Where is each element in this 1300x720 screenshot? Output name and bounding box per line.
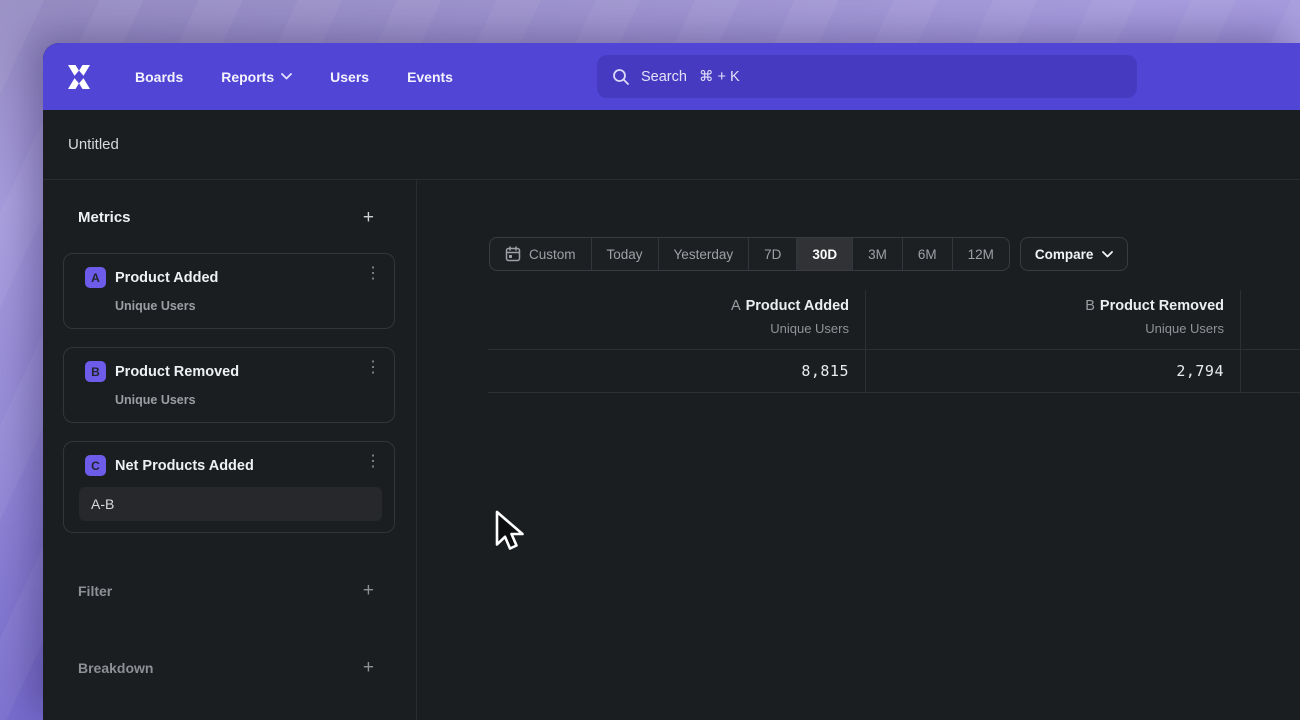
date-toolbar: Custom Today Yesterday 7D 30D 3M 6M 12M …	[489, 237, 1128, 271]
calendar-icon	[505, 246, 521, 262]
column-header-a[interactable]: A Product Added Unique Users	[488, 290, 865, 349]
filter-label: Filter	[78, 583, 112, 599]
column-header-overflow	[1240, 290, 1300, 349]
nav-item-users[interactable]: Users	[330, 69, 369, 85]
add-breakdown-button[interactable]: +	[363, 658, 374, 677]
metric-card-b-head: B Product Removed	[85, 361, 380, 382]
search-placeholder: Search ⌘ + K	[641, 69, 740, 85]
metric-card-a[interactable]: A Product Added ⋮ Unique Users	[63, 253, 395, 329]
nav-item-events[interactable]: Events	[407, 69, 453, 85]
metric-options-button[interactable]: ⋮	[365, 453, 381, 471]
column-name: Product Added	[746, 298, 849, 314]
metric-measurement[interactable]: Unique Users	[115, 393, 380, 407]
date-range-30d-active[interactable]: 30D	[796, 238, 852, 270]
date-range-today[interactable]: Today	[591, 238, 658, 270]
value-cell-a[interactable]: 8,815	[488, 350, 865, 392]
metric-card-c-head: C Net Products Added	[85, 455, 380, 476]
formula-input[interactable]: A-B	[79, 487, 382, 521]
date-range-segmented-control: Custom Today Yesterday 7D 30D 3M 6M 12M	[489, 237, 1010, 271]
report-main-area: Custom Today Yesterday 7D 30D 3M 6M 12M …	[417, 180, 1300, 720]
metric-name: Product Added	[115, 270, 218, 286]
value-cell-b[interactable]: 2,794	[865, 350, 1240, 392]
report-titlebar: Untitled	[43, 110, 1300, 180]
add-metric-button[interactable]: +	[363, 208, 374, 227]
results-table-header: A Product Added Unique Users B Product Rem…	[488, 290, 1300, 350]
metric-name: Product Removed	[115, 364, 239, 380]
compare-button[interactable]: Compare	[1020, 237, 1129, 271]
metrics-title: Metrics	[78, 209, 131, 226]
column-subtitle: Unique Users	[504, 321, 849, 336]
metrics-header: Metrics +	[78, 208, 374, 227]
nav-item-reports[interactable]: Reports	[221, 69, 292, 85]
content-area: Metrics + A Product Added ⋮ Unique Users…	[43, 180, 1300, 720]
query-builder-sidebar: Metrics + A Product Added ⋮ Unique Users…	[43, 180, 417, 720]
metric-card-c[interactable]: C Net Products Added ⋮ A-B	[63, 441, 395, 533]
page-title[interactable]: Untitled	[68, 136, 119, 153]
metric-card-a-head: A Product Added	[85, 267, 380, 288]
metric-letter-badge: B	[85, 361, 106, 382]
nav-menu: Boards Reports Users Events	[135, 69, 453, 85]
compare-button-label: Compare	[1035, 247, 1094, 262]
value-cell-overflow	[1240, 350, 1300, 392]
results-table-row: 8,815 2,794	[488, 350, 1300, 393]
metric-letter-badge: A	[85, 267, 106, 288]
add-filter-button[interactable]: +	[363, 581, 374, 600]
search-placeholder-text: Search	[641, 69, 687, 85]
metric-measurement[interactable]: Unique Users	[115, 299, 380, 313]
date-range-custom-label: Custom	[529, 247, 576, 262]
filter-section: Filter +	[78, 581, 374, 600]
column-name: Product Removed	[1100, 298, 1224, 314]
date-range-custom[interactable]: Custom	[490, 238, 591, 270]
nav-item-boards[interactable]: Boards	[135, 69, 183, 85]
results-table: A Product Added Unique Users B Product Rem…	[488, 290, 1300, 393]
date-range-12m[interactable]: 12M	[952, 238, 1009, 270]
nav-item-reports-label: Reports	[221, 69, 274, 85]
mixpanel-logo-icon[interactable]	[63, 61, 95, 93]
column-header-b[interactable]: B Product Removed Unique Users	[865, 290, 1240, 349]
column-subtitle: Unique Users	[882, 321, 1224, 336]
column-letter: B	[1085, 298, 1095, 314]
top-navbar: Boards Reports Users Events Search ⌘ + K	[43, 43, 1300, 110]
search-input[interactable]: Search ⌘ + K	[597, 55, 1137, 98]
app-window: Boards Reports Users Events Search ⌘ + K…	[43, 43, 1300, 720]
column-title: B Product Removed	[882, 298, 1224, 314]
metric-letter-badge: C	[85, 455, 106, 476]
breakdown-section: Breakdown +	[78, 658, 374, 677]
metric-card-b[interactable]: B Product Removed ⋮ Unique Users	[63, 347, 395, 423]
search-icon	[612, 68, 630, 86]
metric-options-button[interactable]: ⋮	[365, 359, 381, 377]
screen: { "nav": { "items": [ { "label": "Boards…	[0, 0, 1300, 720]
metric-options-button[interactable]: ⋮	[365, 265, 381, 283]
breakdown-label: Breakdown	[78, 660, 153, 676]
date-range-yesterday[interactable]: Yesterday	[658, 238, 749, 270]
date-range-6m[interactable]: 6M	[902, 238, 952, 270]
chevron-down-icon	[1102, 251, 1113, 258]
date-range-7d[interactable]: 7D	[748, 238, 796, 270]
search-shortcut-hint: ⌘ + K	[699, 69, 740, 85]
metric-name: Net Products Added	[115, 458, 254, 474]
date-range-3m[interactable]: 3M	[852, 238, 902, 270]
column-letter: A	[731, 298, 741, 314]
chevron-down-icon	[281, 73, 292, 80]
column-title: A Product Added	[504, 298, 849, 314]
